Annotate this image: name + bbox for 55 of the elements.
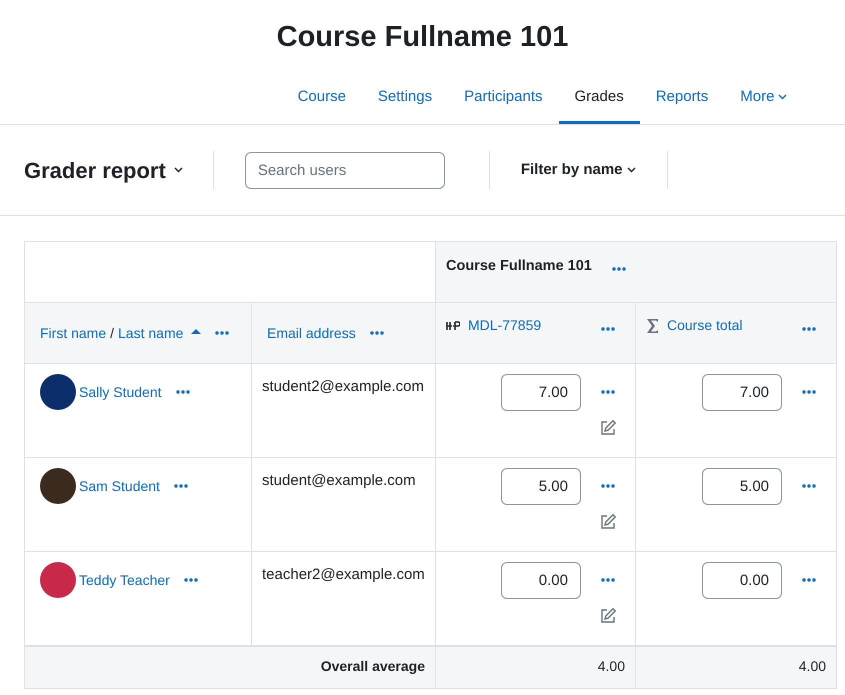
more-icon[interactable] bbox=[601, 484, 615, 488]
user-link[interactable]: Sam Student bbox=[79, 476, 160, 496]
nav-tab[interactable]: Settings bbox=[362, 73, 448, 124]
sort-link[interactable]: First name bbox=[40, 322, 106, 344]
grade-input[interactable]: 7.00 bbox=[702, 374, 782, 411]
more-icon[interactable] bbox=[802, 327, 816, 331]
more-icon[interactable] bbox=[601, 327, 615, 331]
column-link[interactable]: Email address bbox=[267, 322, 356, 344]
category-heading: Course Fullname 101 bbox=[446, 257, 592, 276]
separator-text: / bbox=[110, 324, 114, 342]
grade-input[interactable]: 5.00 bbox=[702, 468, 782, 505]
grade-input[interactable]: 0.00 bbox=[501, 562, 581, 599]
edit-icon[interactable] bbox=[599, 419, 617, 437]
more-icon[interactable] bbox=[802, 484, 816, 488]
grade-input[interactable]: 7.00 bbox=[501, 374, 581, 411]
more-icon[interactable] bbox=[215, 331, 230, 335]
filter-dropdown[interactable]: Filter by name bbox=[490, 151, 667, 189]
edit-icon[interactable] bbox=[599, 513, 617, 531]
email-text: student@example.com bbox=[262, 472, 416, 489]
sigma-icon bbox=[646, 318, 659, 334]
nav-tab[interactable]: Reports bbox=[640, 73, 724, 124]
more-icon[interactable] bbox=[174, 484, 188, 488]
average-label: Overall average bbox=[320, 658, 425, 674]
caret-icon bbox=[174, 167, 183, 173]
manual-item-icon bbox=[446, 320, 460, 330]
average-value: 4.00 bbox=[798, 658, 826, 674]
nav-tab[interactable]: Participants bbox=[448, 73, 558, 124]
more-icon[interactable] bbox=[612, 267, 626, 271]
more-icon[interactable] bbox=[802, 390, 816, 394]
nav-tab[interactable]: Grades bbox=[558, 73, 640, 124]
grade-input[interactable]: 5.00 bbox=[501, 468, 581, 505]
more-icon[interactable] bbox=[370, 331, 384, 335]
column-link[interactable]: MDL-77859 bbox=[468, 315, 542, 336]
email-text: teacher2@example.com bbox=[262, 566, 425, 583]
page-title: Course Fullname 101 bbox=[276, 20, 568, 55]
user-link[interactable]: Teddy Teacher bbox=[79, 570, 170, 590]
more-icon[interactable] bbox=[184, 578, 198, 582]
more-icon[interactable] bbox=[601, 578, 615, 582]
caret-icon bbox=[626, 167, 636, 173]
search-field[interactable]: Search users bbox=[244, 152, 445, 188]
email-text: student2@example.com bbox=[262, 378, 424, 395]
report-selector[interactable]: Grader report bbox=[24, 151, 213, 189]
column-link[interactable]: Course total bbox=[667, 315, 742, 336]
caret-icon bbox=[778, 94, 788, 100]
sort-link[interactable]: Last name bbox=[118, 322, 184, 344]
edit-icon[interactable] bbox=[599, 607, 617, 625]
sort-ascending-icon bbox=[191, 328, 202, 334]
more-icon[interactable] bbox=[601, 390, 615, 394]
nav-tab[interactable]: More bbox=[724, 73, 804, 124]
nav-tab[interactable]: Course bbox=[282, 73, 362, 124]
user-link[interactable]: Sally Student bbox=[79, 382, 162, 402]
average-value: 4.00 bbox=[598, 658, 625, 674]
grade-input[interactable]: 0.00 bbox=[702, 562, 782, 599]
more-icon[interactable] bbox=[802, 578, 816, 582]
more-icon[interactable] bbox=[176, 390, 190, 394]
